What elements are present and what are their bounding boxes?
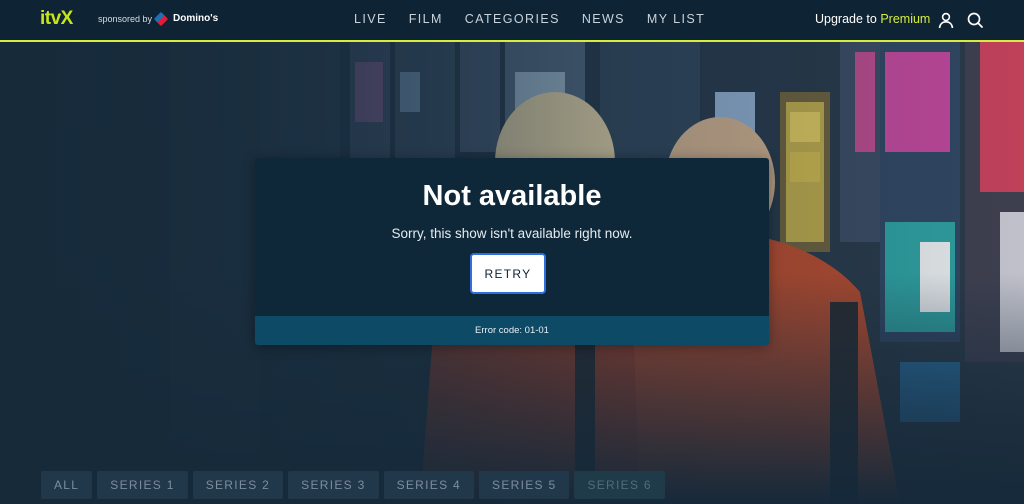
sponsor-label: sponsored by Domino's: [98, 11, 219, 26]
sponsor-name: Domino's: [173, 13, 219, 24]
tab-series-2[interactable]: SERIES 2: [192, 471, 284, 499]
upgrade-premium-link[interactable]: Upgrade to Premium: [815, 12, 930, 26]
error-title: Not available: [422, 180, 602, 212]
tab-series-4[interactable]: SERIES 4: [383, 471, 475, 499]
upgrade-prefix: Upgrade to: [815, 12, 877, 26]
tab-series-5[interactable]: SERIES 5: [479, 471, 570, 499]
nav-my-list[interactable]: MY LIST: [647, 12, 705, 26]
nav-news[interactable]: NEWS: [582, 12, 625, 26]
top-nav-bar: itvX sponsored by Domino's LIVE FILM CAT…: [0, 0, 1024, 42]
error-message: Sorry, this show isn't available right n…: [391, 226, 633, 241]
nav-categories[interactable]: CATEGORIES: [465, 12, 560, 26]
error-code-bar: Error code: 01-01: [255, 316, 769, 345]
tab-series-1[interactable]: SERIES 1: [97, 471, 188, 499]
upgrade-premium-word: Premium: [880, 12, 931, 26]
tab-all[interactable]: ALL: [41, 471, 93, 499]
series-tabs: ALL SERIES 1 SERIES 2 SERIES 3 SERIES 4 …: [41, 471, 665, 499]
retry-button[interactable]: RETRY: [470, 253, 546, 294]
itvx-logo[interactable]: itvX: [40, 9, 73, 29]
nav-live[interactable]: LIVE: [354, 12, 387, 26]
error-dialog: Not available Sorry, this show isn't ava…: [255, 158, 769, 345]
error-code: Error code: 01-01: [475, 325, 549, 336]
main-nav: LIVE FILM CATEGORIES NEWS MY LIST: [354, 12, 727, 26]
dominos-logo-icon: [153, 11, 169, 26]
account-icon[interactable]: [937, 11, 955, 29]
tab-series-6[interactable]: SERIES 6: [574, 471, 665, 499]
sponsor-prefix: sponsored by: [98, 13, 153, 24]
tab-series-3[interactable]: SERIES 3: [288, 471, 379, 499]
nav-film[interactable]: FILM: [409, 12, 443, 26]
search-icon[interactable]: [966, 11, 984, 29]
